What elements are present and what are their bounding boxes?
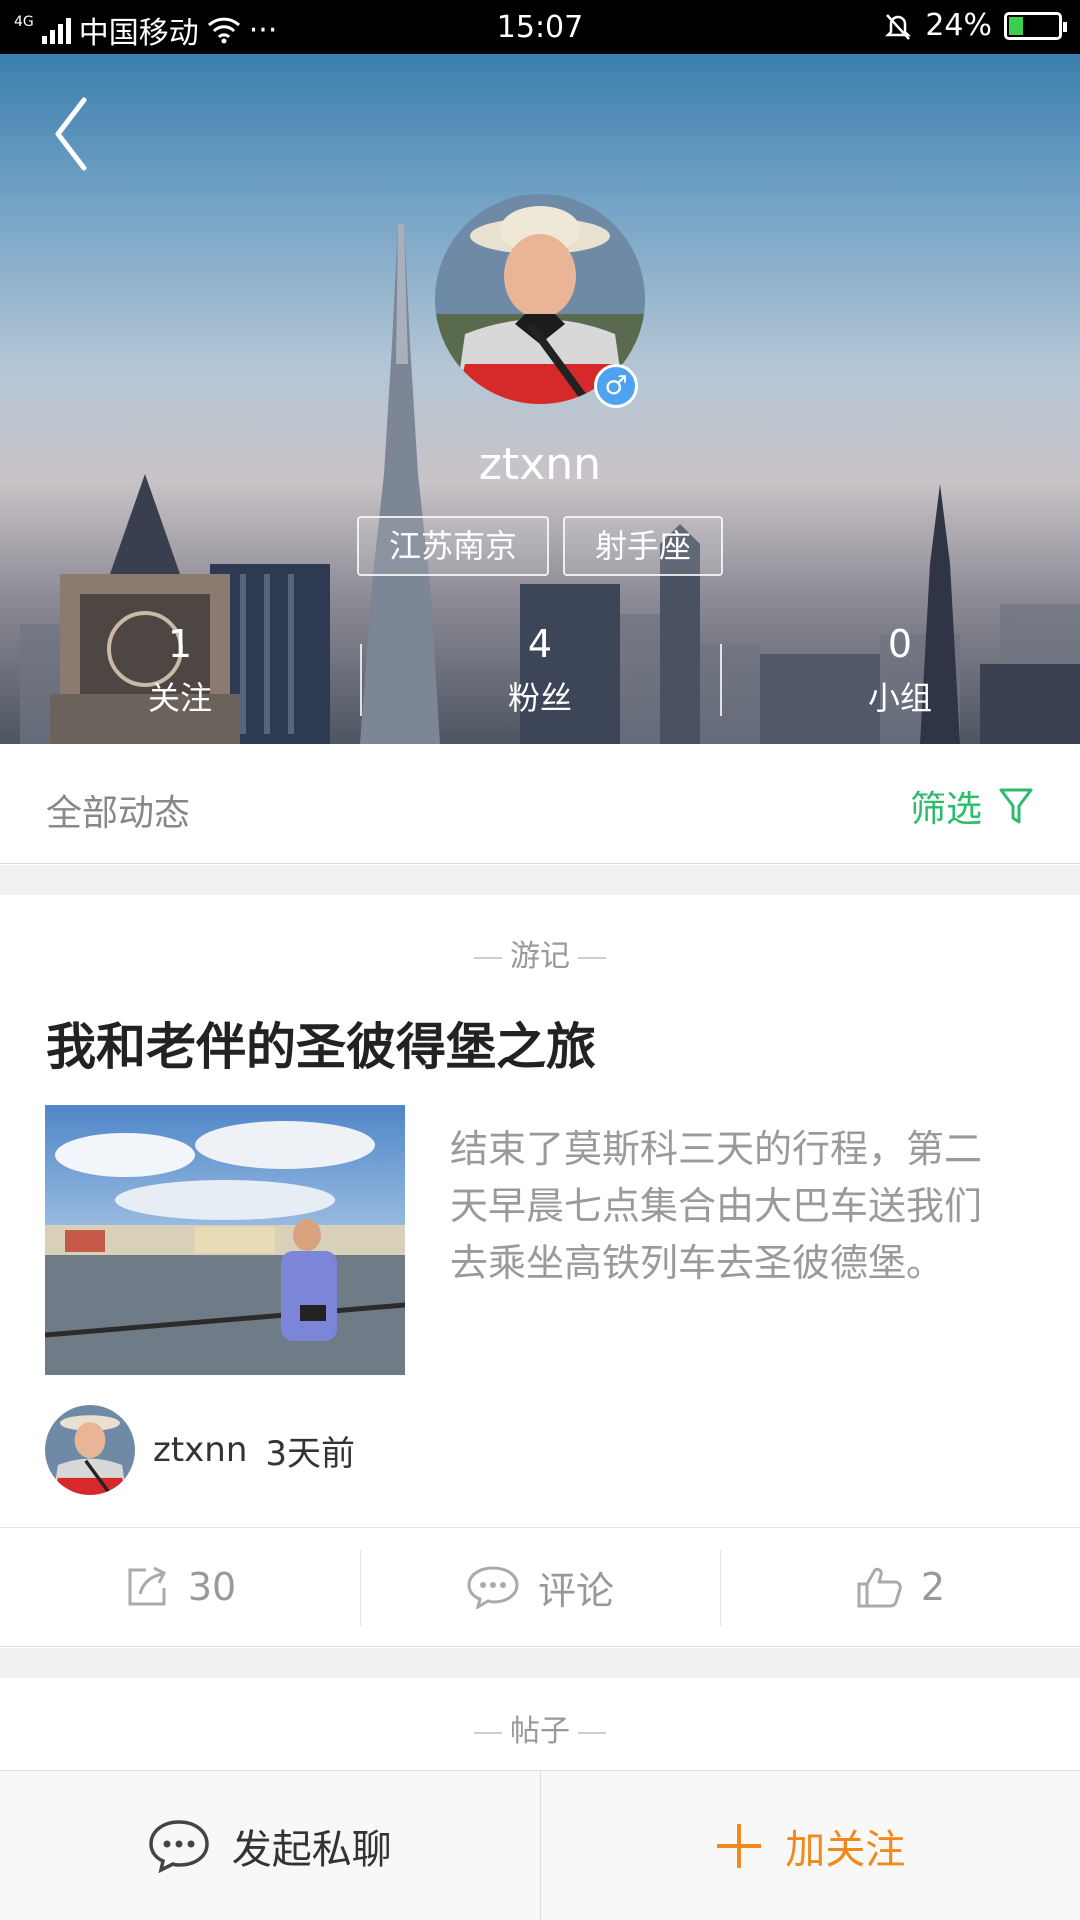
post-actions: 30 评论 2 [0, 1527, 1080, 1647]
post-card[interactable]: 游记 我和老伴的圣彼得堡之旅 结束了莫斯科三天的行程，第二天早晨七点集合由大巴车… [0, 895, 1080, 1647]
mute-bell-icon [885, 13, 912, 40]
back-arrow-icon[interactable] [48, 94, 98, 174]
post-time: 3天前 [265, 1433, 356, 1474]
section-divider [0, 865, 1080, 895]
post-author[interactable]: ztxnn 3天前 [45, 1405, 355, 1495]
status-bar: 4G 中国移动 ··· 15:07 24% [0, 0, 1080, 54]
battery-percent: 24% [925, 8, 992, 43]
filter-button[interactable]: 筛选 [910, 780, 1034, 832]
comment-button[interactable]: 评论 [360, 1528, 720, 1646]
thumbs-up-icon [857, 1567, 902, 1608]
private-chat-label: 发起私聊 [231, 1826, 392, 1873]
all-activity-label: 全部动态 [46, 793, 191, 834]
filter-label: 筛选 [909, 789, 982, 830]
author-avatar[interactable] [45, 1405, 135, 1495]
post-title[interactable]: 我和老伴的圣彼得堡之旅 [46, 1007, 596, 1079]
battery-icon [1004, 11, 1067, 40]
profile-stats: 1 关注 4 粉丝 0 小组 [0, 614, 1080, 734]
stat-following[interactable]: 1 关注 [0, 614, 360, 734]
share-button[interactable]: 30 [0, 1528, 360, 1646]
fans-count: 4 [527, 622, 553, 666]
post-category-label: 游记 [510, 939, 570, 974]
post-excerpt: 结束了莫斯科三天的行程，第二天早晨七点集合由大巴车送我们去乘坐高铁列车去圣彼德堡… [450, 1127, 983, 1285]
location-tag: 江苏南京 [356, 516, 549, 576]
next-post-category-label: 帖子 [510, 1714, 570, 1749]
author-name: ztxnn [153, 1430, 248, 1470]
male-gender-icon: ♂ [594, 364, 638, 408]
stat-fans[interactable]: 4 粉丝 [360, 614, 720, 734]
feed-filter-bar: 全部动态 筛选 [0, 744, 1080, 864]
groups-count: 0 [887, 622, 913, 666]
profile-header: ♂ ztxnn 江苏南京 射手座 1 关注 4 粉丝 0 小组 [0, 54, 1080, 744]
profile-username: ztxnn [478, 439, 602, 490]
comment-bubble-icon [467, 1566, 519, 1609]
post-thumbnail[interactable] [45, 1105, 405, 1375]
funnel-icon [999, 788, 1033, 824]
next-post-category: 帖子 [0, 1706, 1080, 1750]
zodiac-tag: 射手座 [563, 516, 724, 576]
plus-icon [717, 1823, 762, 1868]
stat-groups[interactable]: 0 小组 [720, 614, 1080, 734]
chat-bubble-icon [148, 1819, 209, 1873]
bottom-action-bar: 发起私聊 加关注 [0, 1770, 1080, 1920]
next-post-card[interactable]: 帖子 [0, 1678, 1080, 1770]
follow-button[interactable]: 加关注 [541, 1771, 1080, 1920]
share-count: 30 [187, 1565, 237, 1609]
share-icon [128, 1566, 166, 1606]
groups-label: 小组 [867, 679, 932, 717]
following-count: 1 [167, 622, 193, 666]
fans-label: 粉丝 [507, 679, 572, 717]
following-label: 关注 [147, 679, 212, 717]
profile-tags: 江苏南京 射手座 [0, 516, 1080, 576]
follow-label: 加关注 [785, 1826, 906, 1873]
comment-label: 评论 [537, 1568, 614, 1613]
section-divider [0, 1648, 1080, 1678]
like-count: 2 [920, 1565, 946, 1609]
private-chat-button[interactable]: 发起私聊 [0, 1771, 541, 1920]
post-category: 游记 [0, 931, 1080, 975]
like-button[interactable]: 2 [720, 1528, 1080, 1646]
